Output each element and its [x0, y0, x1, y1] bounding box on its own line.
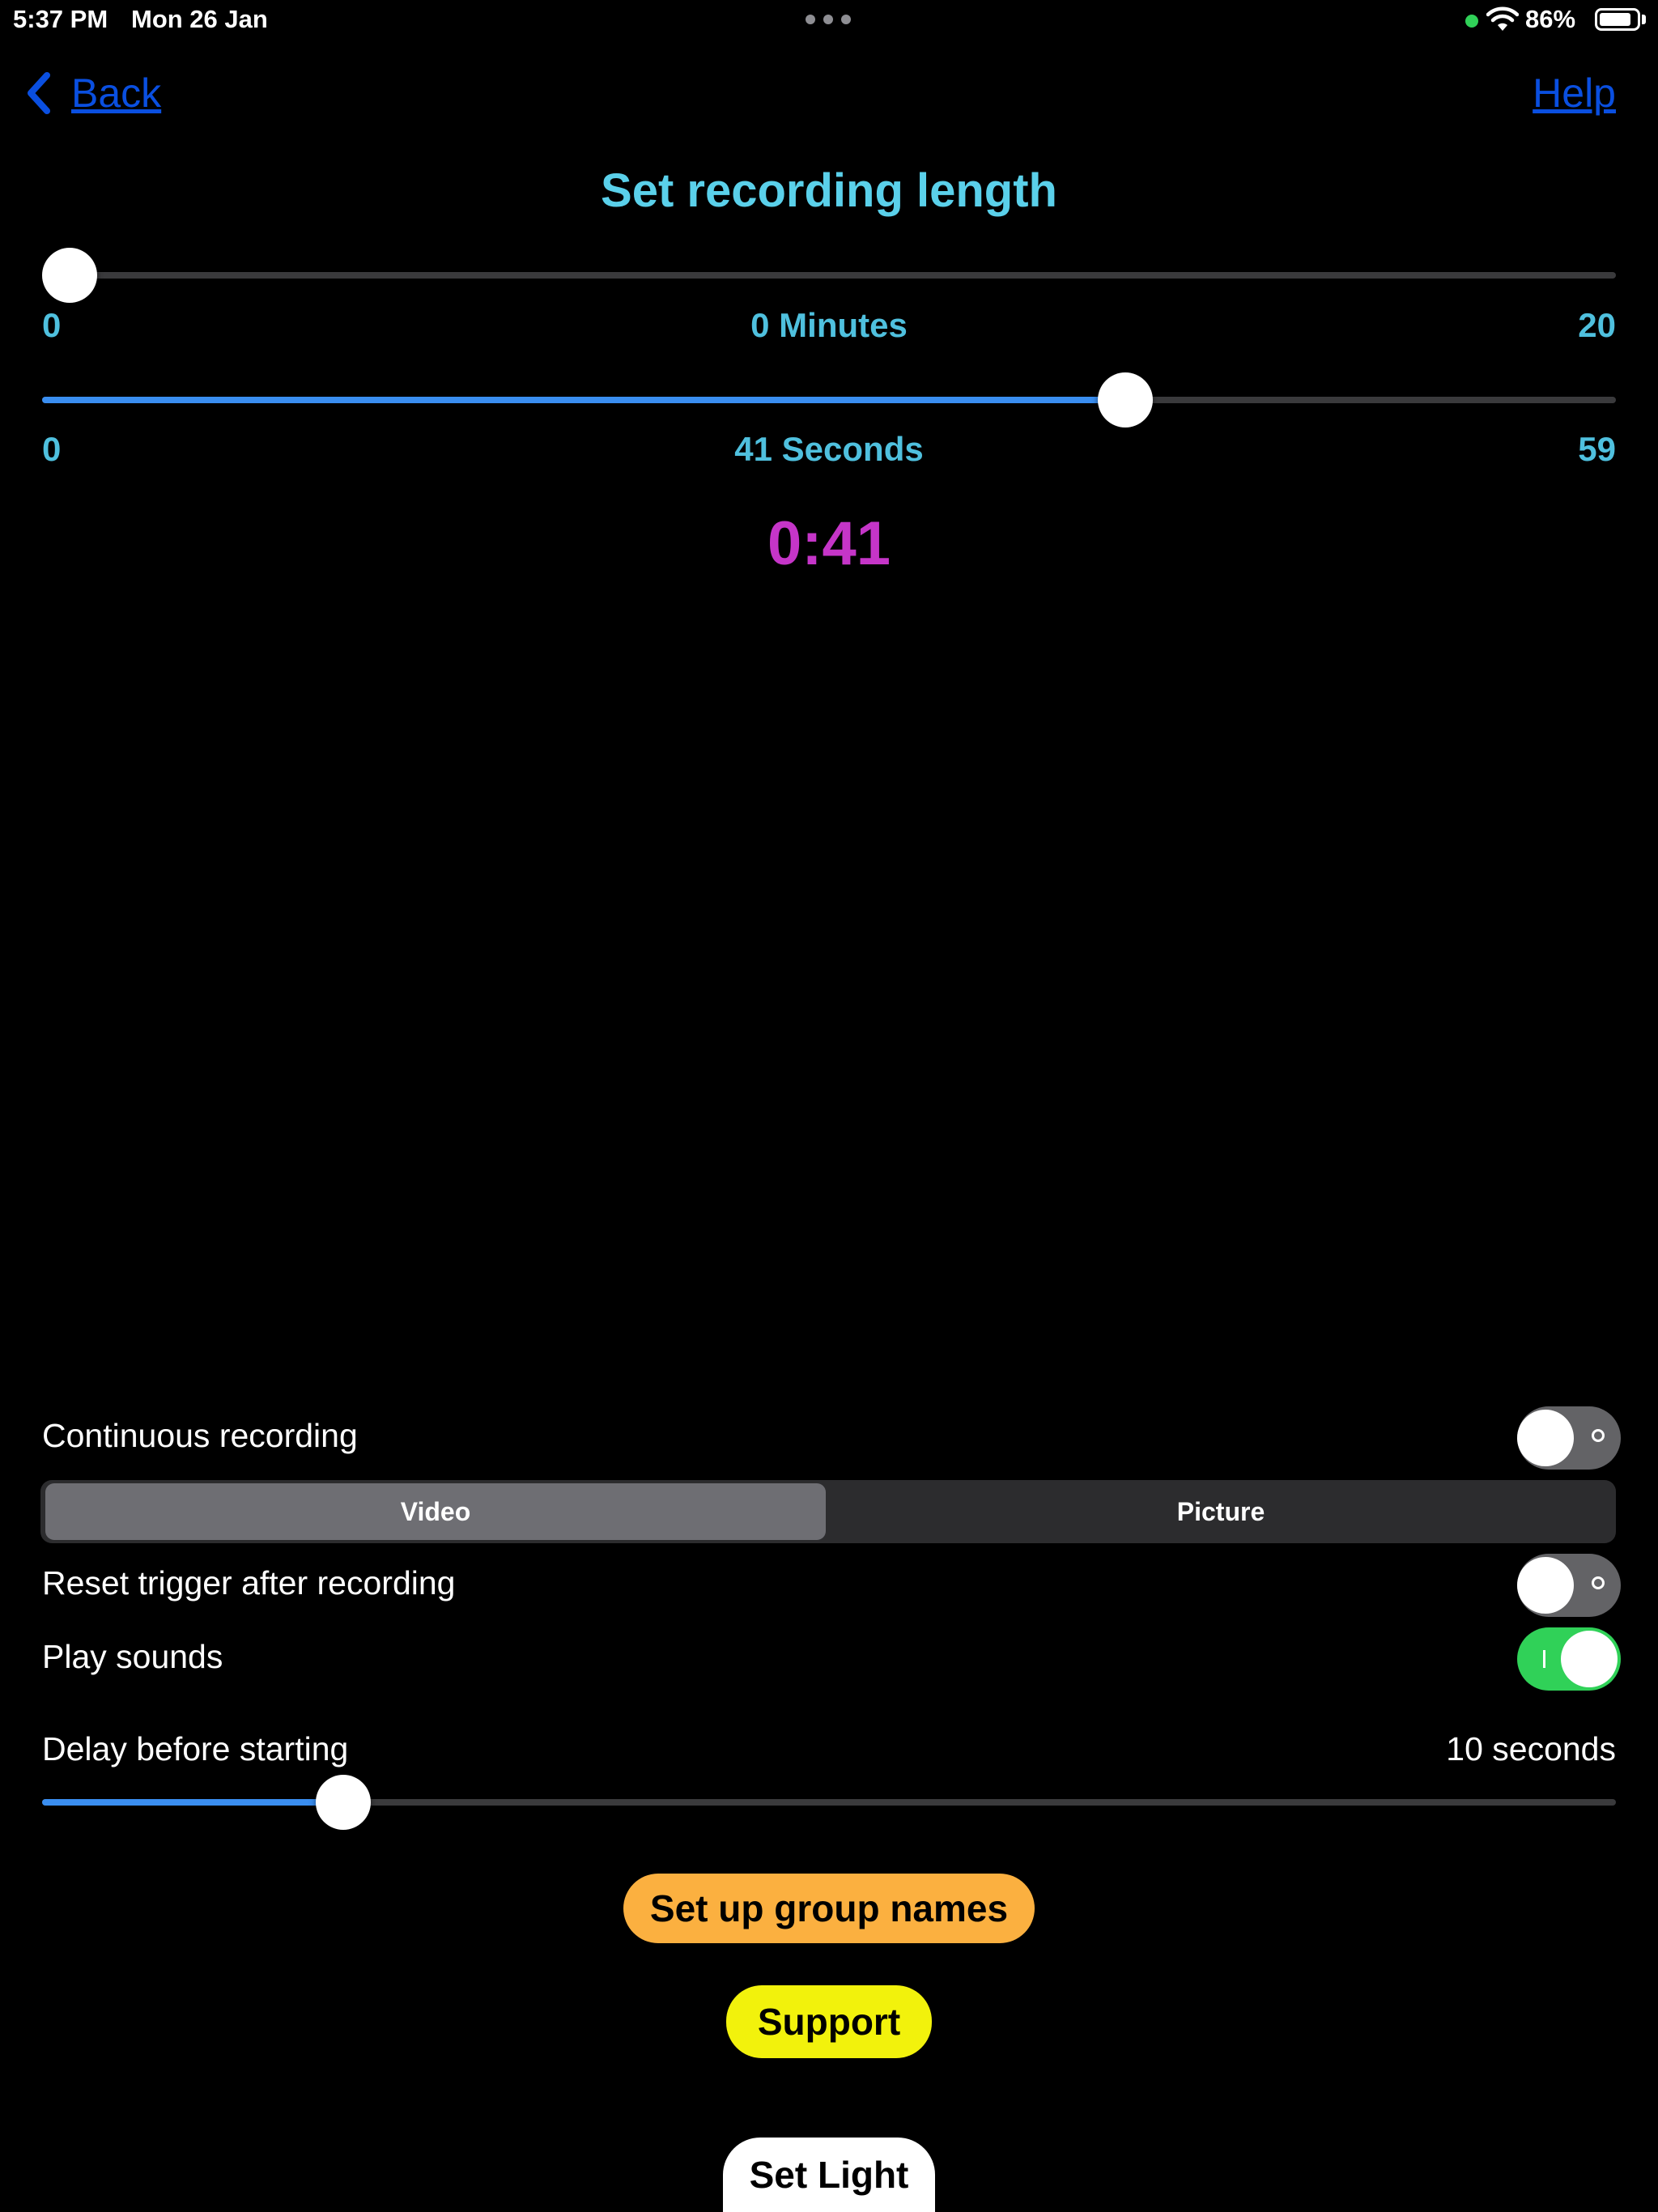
battery-percent: 86%: [1525, 5, 1576, 33]
support-button[interactable]: Support: [726, 1985, 932, 2058]
chevron-left-icon: [28, 72, 50, 114]
segment-video[interactable]: Video: [45, 1483, 826, 1540]
minutes-max-label: 20: [1578, 306, 1616, 344]
battery-fill: [1600, 13, 1630, 26]
continuous-recording-label: Continuous recording: [42, 1417, 358, 1454]
slider-fill: [42, 1799, 343, 1806]
slider-thumb[interactable]: [42, 248, 97, 303]
delay-label: Delay before starting: [42, 1730, 349, 1767]
seconds-max-label: 59: [1578, 430, 1616, 468]
continuous-recording-toggle[interactable]: [1517, 1406, 1621, 1470]
battery-cap: [1642, 15, 1646, 24]
play-sounds-toggle[interactable]: [1517, 1627, 1621, 1691]
seconds-slider[interactable]: [42, 371, 1616, 428]
slider-thumb[interactable]: [1097, 372, 1153, 428]
minutes-slider[interactable]: [42, 246, 1616, 303]
slider-fill: [42, 397, 1125, 403]
reset-trigger-label: Reset trigger after recording: [42, 1564, 456, 1602]
back-button[interactable]: Back: [24, 65, 161, 121]
toggle-knob: [1517, 1410, 1574, 1466]
play-sounds-label: Play sounds: [42, 1638, 223, 1675]
minutes-value-label: 0 Minutes: [750, 306, 908, 344]
status-date: Mon 26 Jan: [131, 5, 268, 33]
wifi-icon: [1486, 6, 1519, 31]
back-label[interactable]: Back: [71, 70, 161, 117]
delay-value: 10 seconds: [1446, 1730, 1616, 1767]
total-recording-time: 0:41: [767, 509, 891, 578]
toggle-knob: [1517, 1557, 1574, 1614]
toggle-knob: [1561, 1631, 1618, 1687]
help-label[interactable]: Help: [1533, 70, 1616, 117]
delay-slider[interactable]: [42, 1773, 1616, 1830]
segment-picture[interactable]: Picture: [831, 1483, 1611, 1540]
set-up-group-names-button[interactable]: Set up group names: [623, 1874, 1035, 1943]
toggle-off-icon: [1592, 1429, 1605, 1442]
set-light-button[interactable]: Set Light: [723, 2138, 935, 2212]
slider-thumb[interactable]: [315, 1775, 371, 1830]
page-title: Set recording length: [601, 164, 1057, 217]
status-time: 5:37 PM: [13, 5, 108, 33]
camera-in-use-indicator-icon: [1465, 15, 1478, 28]
battery-icon: [1595, 8, 1640, 31]
toggle-off-icon: [1592, 1576, 1605, 1589]
mode-segmented-control[interactable]: Video Picture: [40, 1480, 1616, 1543]
slider-track: [42, 272, 1616, 279]
multitasking-dots-icon[interactable]: [806, 15, 851, 24]
help-button[interactable]: Help: [1533, 65, 1616, 121]
reset-trigger-toggle[interactable]: [1517, 1554, 1621, 1617]
seconds-value-label: 41 Seconds: [734, 430, 924, 468]
toggle-on-icon: [1543, 1650, 1545, 1668]
